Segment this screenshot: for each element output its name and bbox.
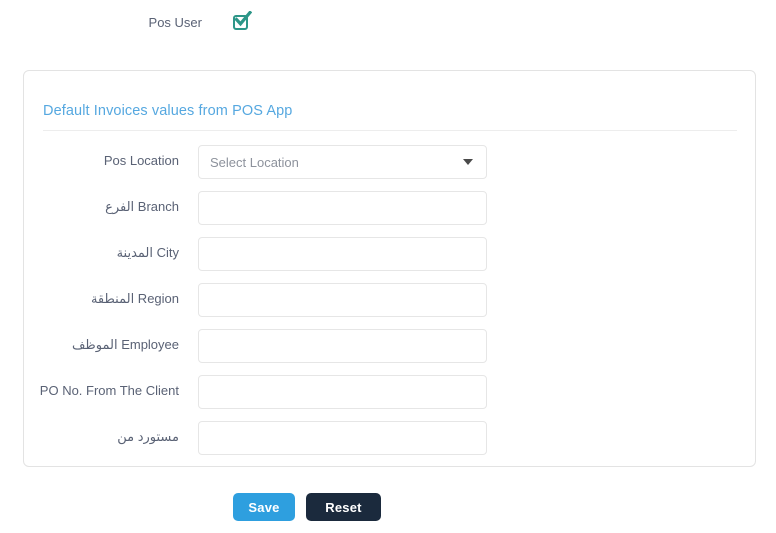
form-row-pos-location: Pos Location Select Location [24,145,757,179]
control-city [198,237,487,271]
control-branch [198,191,487,225]
pos-user-label: Pos User [148,15,202,30]
control-employee [198,329,487,363]
label-branch: الفرع Branch [105,199,179,214]
label-po-no-from-the-client: PO No. From The Client [39,383,179,398]
label-imported-from: مستورد من [117,429,179,444]
form-row-po-no: PO No. From The Client [24,375,757,409]
label-employee: الموظف Employee [71,337,179,352]
region-input[interactable] [198,283,487,317]
control-region [198,283,487,317]
pos-user-checkbox[interactable] [233,11,253,33]
chevron-down-icon [463,159,473,165]
control-imported-from [198,421,487,455]
employee-input[interactable] [198,329,487,363]
control-pos-location: Select Location [198,145,487,179]
form-row-branch: الفرع Branch [24,191,757,225]
po-no-input[interactable] [198,375,487,409]
pos-defaults-form: Pos Location Select Location الفرع Branc… [24,145,757,467]
pos-location-selected-value: Select Location [210,154,299,170]
checkbox-box [233,15,248,30]
default-invoice-values-card: Default Invoices values from POS App Pos… [23,70,756,467]
form-row-region: المنطقة Region [24,283,757,317]
reset-button[interactable]: Reset [306,493,381,521]
card-divider [43,130,737,131]
pos-settings-page: Pos User Default Invoices values from PO… [0,0,776,533]
control-po-no [198,375,487,409]
label-city: المدينة City [116,245,179,260]
city-input[interactable] [198,237,487,271]
form-row-imported-from: مستورد من [24,421,757,455]
save-button[interactable]: Save [233,493,295,521]
form-row-employee: الموظف Employee [24,329,757,363]
label-pos-location: Pos Location [103,153,179,168]
form-actions: Save Reset [0,493,776,521]
label-region: المنطقة Region [90,291,179,306]
form-row-city: المدينة City [24,237,757,271]
imported-from-input[interactable] [198,421,487,455]
pos-location-select[interactable]: Select Location [198,145,487,179]
card-title: Default Invoices values from POS App [43,103,293,119]
branch-input[interactable] [198,191,487,225]
pos-user-row: Pos User [0,10,776,36]
